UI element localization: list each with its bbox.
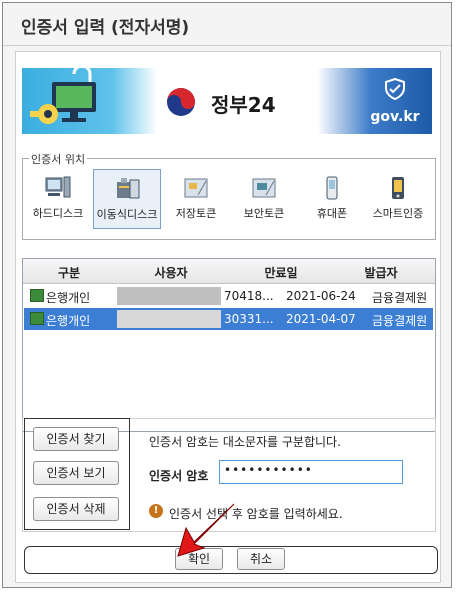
- password-hint: 인증서 선택 후 암호를 입력하세요.: [169, 507, 343, 521]
- location-label: 하드디스크: [32, 207, 84, 220]
- certificate-icon: [30, 289, 44, 302]
- title-bar: 인증서 입력 (전자서명): [3, 3, 451, 46]
- dialog-body: 정부24 gov.kr 인증서 위치 하드디스크 이동식디스크 저장토큰 보안토…: [15, 51, 441, 583]
- confirm-bar: 확인 취소: [24, 546, 438, 574]
- taegeuk-icon: [167, 88, 195, 116]
- ok-button[interactable]: 확인: [175, 548, 223, 570]
- cert-action-group: 인증서 찾기 인증서 보기 인증서 삭제: [24, 418, 130, 530]
- location-label: 휴대폰: [316, 207, 348, 220]
- password-input[interactable]: •••••••••••: [219, 460, 403, 484]
- column-header-type: 구분: [57, 266, 81, 280]
- cell-expiry: 2021-06-24: [286, 289, 356, 303]
- gov24-logo: 정부24: [165, 86, 315, 117]
- cell-expiry: 2021-04-07: [286, 312, 356, 326]
- column-header-user: 사용자: [154, 266, 188, 280]
- certificate-icon: [30, 312, 44, 325]
- storage-token-icon: [184, 178, 208, 198]
- shield-check-icon: [370, 77, 420, 103]
- column-header-expiry: 만료일: [264, 266, 298, 280]
- gov24-logo-text: 정부24: [211, 93, 276, 117]
- cert-dialog: 인증서 입력 (전자서명) 정부24 gov.kr 인증서 위치 하드디스크 이…: [2, 2, 452, 588]
- key-monitor-icon: [30, 68, 96, 124]
- delete-cert-button[interactable]: 인증서 삭제: [33, 497, 119, 521]
- dialog-title: 인증서 입력 (전자서명): [21, 18, 190, 38]
- cert-location-label: 인증서 위치: [29, 151, 88, 167]
- cell-issuer: 금융결제원: [372, 291, 428, 305]
- location-storage-token[interactable]: 저장토큰: [165, 169, 227, 229]
- cert-location-group: 인증서 위치 하드디스크 이동식디스크 저장토큰 보안토큰 휴대폰 스마트인증: [22, 151, 436, 240]
- location-mobile-phone[interactable]: 휴대폰: [301, 169, 363, 229]
- column-header-issuer: 발급자: [364, 266, 398, 280]
- warning-icon: !: [149, 504, 163, 518]
- cancel-button[interactable]: 취소: [237, 548, 285, 570]
- cell-user: 30331...: [224, 312, 274, 326]
- find-cert-button[interactable]: 인증서 찾기: [33, 427, 119, 451]
- smart-cert-icon: [392, 177, 404, 199]
- case-sensitive-note: 인증서 암호는 대소문자를 구분합니다.: [149, 435, 341, 449]
- mobile-phone-icon: [326, 176, 338, 200]
- location-label: 이동식디스크: [96, 208, 158, 221]
- cell-issuer: 금융결제원: [372, 314, 428, 328]
- govkr-mark: gov.kr: [370, 77, 420, 128]
- govkr-text: gov.kr: [370, 109, 420, 125]
- table-header: 구분 사용자 만료일 발급자: [23, 259, 435, 284]
- redacted-user: [117, 310, 221, 328]
- password-label: 인증서 암호: [149, 469, 209, 483]
- location-label: 저장토큰: [175, 207, 217, 220]
- table-row[interactable]: 은행개인 70418... 2021-06-24 금융결제원: [24, 285, 433, 307]
- location-label: 스마트인증: [372, 207, 424, 220]
- location-security-token[interactable]: 보안토큰: [233, 169, 295, 229]
- computer-icon: [45, 176, 71, 198]
- location-harddisk[interactable]: 하드디스크: [27, 169, 89, 229]
- usb-drive-icon: [117, 178, 140, 199]
- table-row-selected[interactable]: 은행개인 30331... 2021-04-07 금융결제원: [24, 308, 433, 330]
- cell-user: 70418...: [224, 289, 274, 303]
- redacted-user: [117, 287, 221, 305]
- cell-type: 은행개인: [46, 291, 91, 305]
- location-removable-disk[interactable]: 이동식디스크: [93, 169, 161, 229]
- gov24-banner: 정부24 gov.kr: [22, 68, 432, 134]
- cell-type: 은행개인: [46, 314, 91, 328]
- view-cert-button[interactable]: 인증서 보기: [33, 461, 119, 485]
- location-label: 보안토큰: [243, 207, 285, 220]
- security-token-icon: [252, 178, 276, 198]
- cert-table: 구분 사용자 만료일 발급자 은행개인 70418... 2021-06-24 …: [22, 258, 436, 432]
- location-smart-cert[interactable]: 스마트인증: [367, 169, 429, 229]
